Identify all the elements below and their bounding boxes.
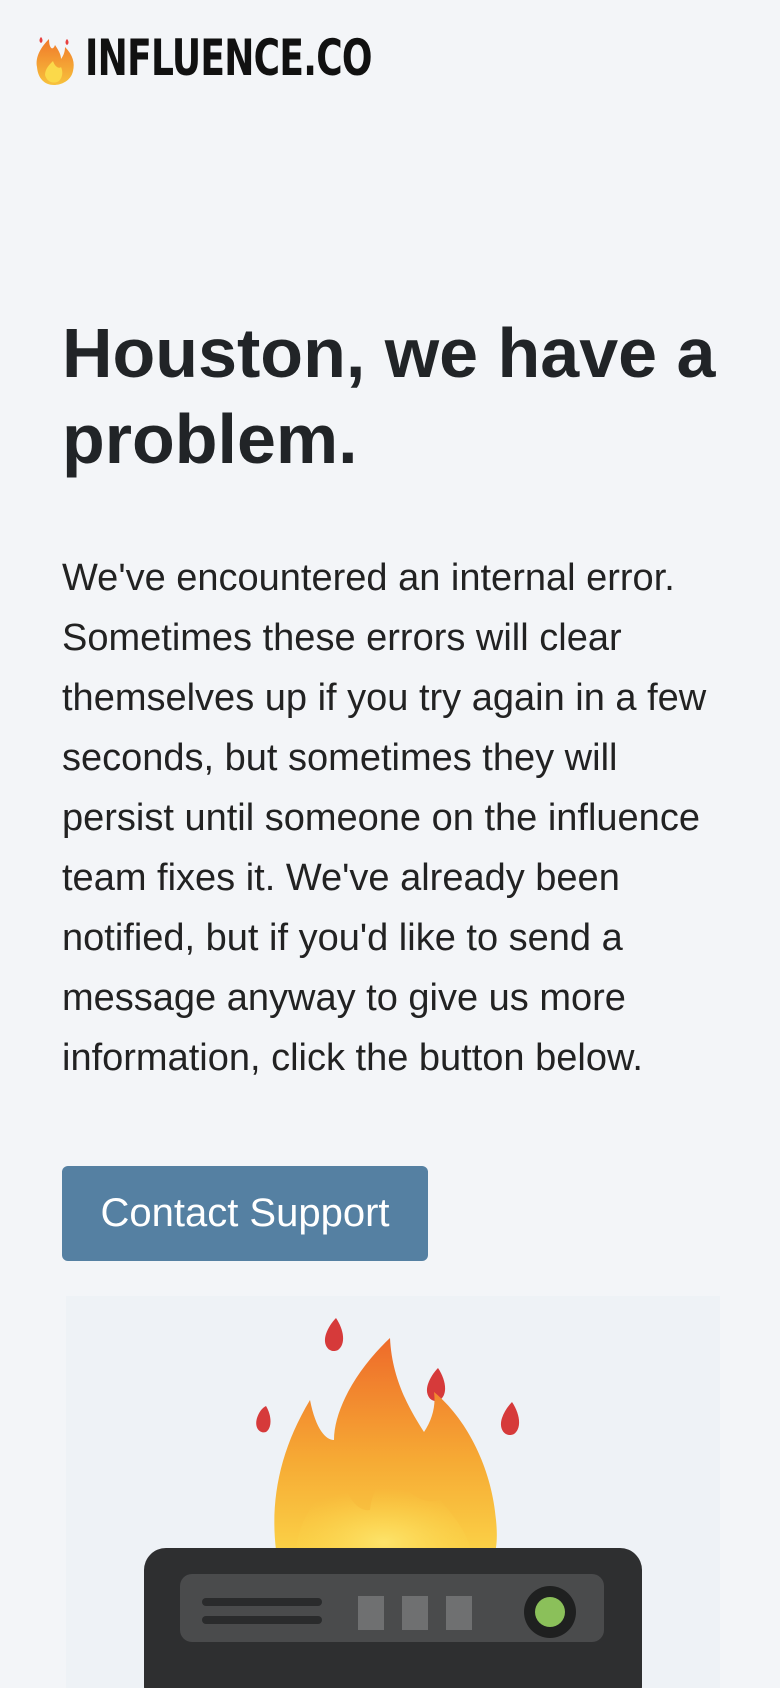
server-on-fire-icon	[144, 1318, 642, 1688]
contact-support-button[interactable]: Contact Support	[62, 1166, 428, 1261]
error-message: We've encountered an internal error. Som…	[62, 557, 707, 1079]
fire-icon	[36, 37, 74, 85]
logo-text[interactable]: INFLUENCE.CO	[85, 33, 373, 83]
site-header: INFLUENCE.CO	[31, 28, 483, 88]
error-page: INFLUENCE.CO Houston, we have a problem.…	[0, 0, 780, 1688]
page-title: Houston, we have a problem.	[62, 314, 716, 478]
